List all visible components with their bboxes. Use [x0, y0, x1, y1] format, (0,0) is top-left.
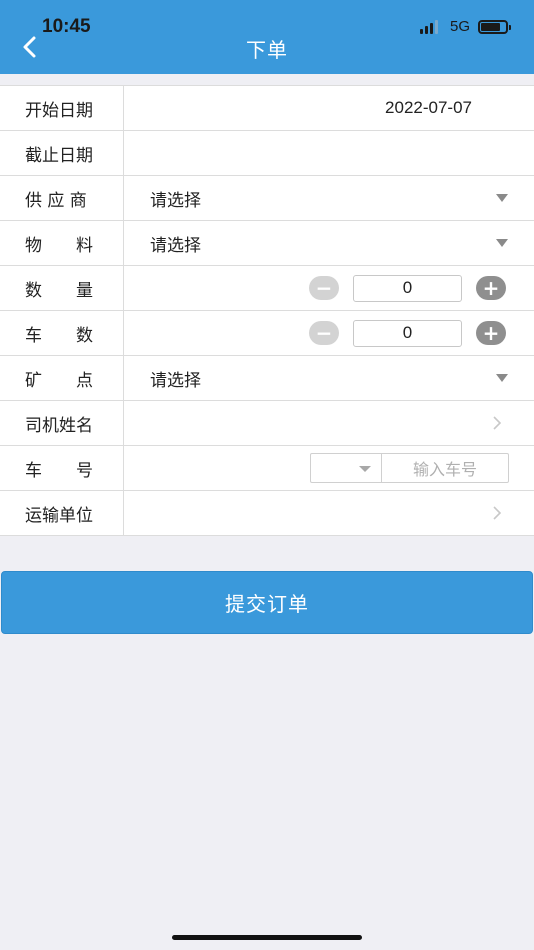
plate-number-input[interactable]: 输入车号 — [382, 454, 508, 482]
caret-down-icon — [496, 239, 508, 247]
battery-icon — [478, 19, 511, 34]
signal-icon — [419, 19, 442, 34]
driver-name-row[interactable]: 司机姓名 — [0, 401, 534, 446]
driver-name-label: 司机姓名 — [0, 401, 124, 445]
material-label: 物 料 — [0, 221, 124, 265]
driver-name-field[interactable] — [124, 401, 534, 445]
quantity-label: 数 量 — [0, 266, 124, 310]
plate-number-control: 输入车号 — [310, 453, 509, 483]
quantity-stepper: − 0 + — [309, 274, 506, 302]
start-date-row[interactable]: 开始日期 2022-07-07 — [0, 86, 534, 131]
submit-order-button[interactable]: 提交订单 — [1, 571, 533, 634]
supplier-value: 请选择 — [150, 190, 201, 211]
plate-number-field: 输入车号 — [124, 446, 534, 490]
plus-icon[interactable]: + — [476, 276, 506, 300]
start-date-label: 开始日期 — [0, 86, 124, 130]
quantity-row: 数 量 − 0 + — [0, 266, 534, 311]
mine-point-select[interactable]: 请选择 — [124, 356, 534, 400]
material-row[interactable]: 物 料 请选择 — [0, 221, 534, 266]
plate-number-row: 车 号 输入车号 — [0, 446, 534, 491]
caret-down-icon — [496, 374, 508, 382]
home-indicator — [172, 935, 362, 940]
status-indicators: 5G — [419, 18, 511, 35]
material-value: 请选择 — [150, 235, 201, 256]
plus-icon[interactable]: + — [476, 321, 506, 345]
mine-point-label: 矿 点 — [0, 356, 124, 400]
start-date-field[interactable]: 2022-07-07 — [124, 86, 534, 130]
mine-point-value: 请选择 — [150, 370, 201, 391]
chevron-right-icon — [493, 506, 502, 520]
minus-icon[interactable]: − — [309, 321, 339, 345]
caret-down-icon — [496, 194, 508, 202]
page-title: 下单 — [246, 38, 288, 62]
vehicle-count-label: 车 数 — [0, 311, 124, 355]
end-date-field[interactable] — [124, 131, 534, 175]
transport-unit-field[interactable] — [124, 491, 534, 535]
vehicle-count-stepper: − 0 + — [309, 319, 506, 347]
start-date-value: 2022-07-07 — [385, 98, 472, 117]
supplier-select[interactable]: 请选择 — [124, 176, 534, 220]
material-select[interactable]: 请选择 — [124, 221, 534, 265]
mine-point-row[interactable]: 矿 点 请选择 — [0, 356, 534, 401]
quantity-field: − 0 + — [124, 266, 534, 310]
header-bar: 10:45 5G 下单 — [0, 0, 534, 74]
transport-unit-label: 运输单位 — [0, 491, 124, 535]
transport-unit-row[interactable]: 运输单位 — [0, 491, 534, 536]
supplier-row[interactable]: 供 应 商 请选择 — [0, 176, 534, 221]
end-date-label: 截止日期 — [0, 131, 124, 175]
plate-province-select[interactable] — [311, 454, 382, 482]
chevron-right-icon — [493, 416, 502, 430]
vehicle-count-field: − 0 + — [124, 311, 534, 355]
plate-number-label: 车 号 — [0, 446, 124, 490]
end-date-row[interactable]: 截止日期 — [0, 131, 534, 176]
supplier-label: 供 应 商 — [0, 176, 124, 220]
caret-down-icon — [359, 466, 371, 472]
quantity-input[interactable]: 0 — [353, 274, 462, 302]
order-form: 开始日期 2022-07-07 截止日期 供 应 商 请选择 物 料 请选择 数… — [0, 85, 534, 536]
minus-icon[interactable]: − — [309, 276, 339, 300]
network-label: 5G — [449, 18, 470, 35]
vehicle-count-input[interactable]: 0 — [353, 319, 462, 347]
vehicle-count-row: 车 数 − 0 + — [0, 311, 534, 356]
